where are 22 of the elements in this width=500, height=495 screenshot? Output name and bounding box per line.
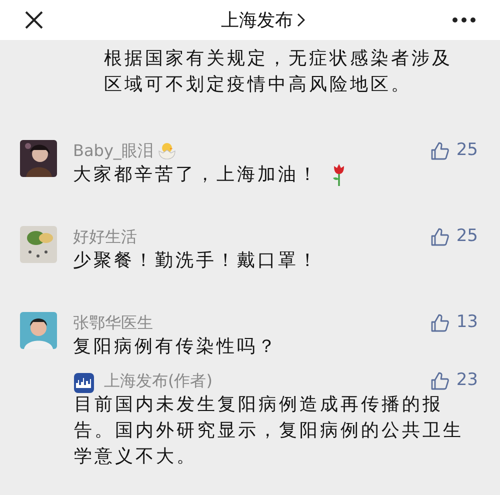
like-count: 25 (456, 225, 478, 248)
like-count: 13 (456, 311, 478, 334)
commenter-name[interactable]: Baby_眼泪 (73, 139, 154, 163)
thumbs-up-icon[interactable] (430, 227, 450, 247)
commenter-name[interactable]: 好好生活 (73, 225, 137, 249)
comment-text: 根据国家有关规定，无症状感染者涉及区域可不划定疫情中高风险地区。 (104, 47, 454, 97)
comment-text: 复阳病例有传染性吗？ (73, 335, 278, 359)
skyline-icon (74, 373, 94, 393)
like-count: 25 (456, 139, 478, 162)
comment-text: 目前国内未发生复阳病例造成再传播的报告。国内外研究显示，复阳病例的公共卫生学意义不大。 (74, 393, 464, 469)
comment-text: 大家都辛苦了，上海加油！ (73, 163, 319, 187)
more-icon[interactable] (452, 17, 476, 23)
account-title[interactable]: 上海发布 (221, 6, 293, 34)
chevron-right-icon[interactable] (297, 13, 305, 27)
commenter-name[interactable]: 张鄂华医生 (73, 311, 153, 335)
thumbs-up-icon[interactable] (430, 313, 450, 333)
close-icon[interactable] (24, 10, 44, 30)
like-count: 23 (456, 369, 478, 392)
commenter-name[interactable]: 上海发布(作者) (104, 369, 212, 393)
thumbs-up-icon[interactable] (430, 371, 450, 391)
comment-text: 少聚餐！勤洗手！戴口罩！ (73, 249, 319, 273)
thumbs-up-icon[interactable] (430, 141, 450, 161)
